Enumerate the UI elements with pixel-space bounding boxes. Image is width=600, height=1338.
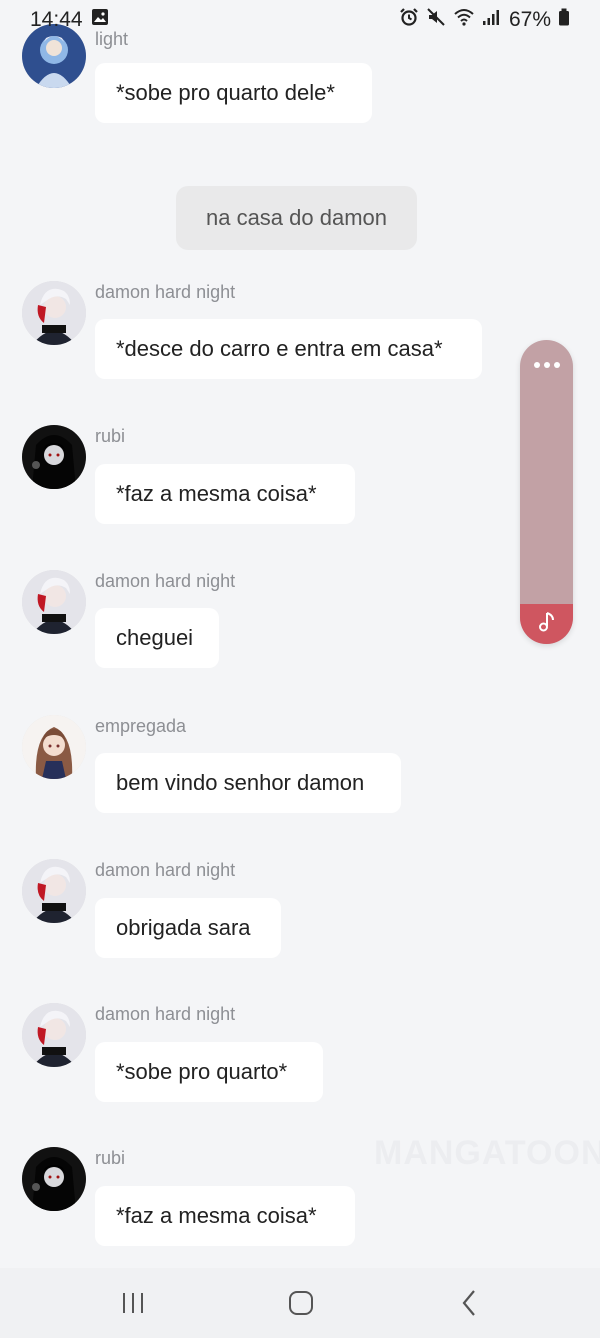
mangatoon-watermark: MANGATOON — [374, 1134, 600, 1172]
chat-list[interactable]: light *sobe pro quarto dele* na casa do … — [0, 0, 600, 1268]
damon-avatar[interactable] — [22, 570, 86, 634]
recent-apps-icon — [120, 1291, 146, 1320]
message-bubble[interactable]: *sobe pro quarto* — [95, 1042, 323, 1102]
message-sender: damon hard night — [95, 571, 236, 591]
back-button[interactable] — [454, 1289, 484, 1322]
message-bubble[interactable]: *sobe pro quarto dele* — [95, 63, 372, 123]
damon-avatar[interactable] — [22, 1003, 86, 1067]
damon-avatar[interactable] — [22, 281, 86, 345]
more-options-icon[interactable] — [520, 350, 573, 380]
music-button[interactable] — [520, 604, 573, 644]
battery-percent: 67% — [508, 8, 551, 31]
message-sender: damon hard night — [95, 1004, 236, 1024]
message-sender: empregada — [95, 716, 187, 736]
wifi-icon — [453, 7, 475, 33]
message-bubble[interactable]: *faz a mesma coisa* — [95, 464, 355, 524]
rubi-avatar[interactable] — [22, 1147, 86, 1211]
message-sender: damon hard night — [95, 282, 236, 302]
signal-icon — [482, 8, 500, 32]
home-button[interactable] — [286, 1290, 316, 1320]
message-bubble[interactable]: *faz a mesma coisa* — [95, 1186, 355, 1246]
home-icon — [288, 1290, 314, 1321]
message-sender: rubi — [95, 1148, 126, 1168]
empregada-avatar[interactable] — [22, 715, 86, 779]
mute-icon — [426, 7, 446, 33]
damon-avatar[interactable] — [22, 859, 86, 923]
message-bubble[interactable]: *desce do carro e entra em casa* — [95, 319, 482, 379]
back-icon — [459, 1289, 479, 1322]
status-time: 14:44 — [30, 8, 83, 31]
message-sender: damon hard night — [95, 860, 236, 880]
message-bubble[interactable]: obrigada sara — [95, 898, 281, 958]
recent-apps-button[interactable] — [118, 1290, 148, 1320]
message-bubble[interactable]: cheguei — [95, 608, 219, 668]
music-note-icon — [536, 610, 558, 639]
alarm-icon — [399, 7, 419, 33]
gallery-icon — [91, 8, 109, 32]
status-right: 67% — [399, 7, 570, 33]
system-nav-bar — [0, 1268, 600, 1338]
narration-bubble: na casa do damon — [176, 186, 417, 250]
status-bar: 14:44 67% — [0, 0, 600, 40]
battery-icon — [558, 8, 570, 32]
rubi-avatar[interactable] — [22, 425, 86, 489]
message-bubble[interactable]: bem vindo senhor damon — [95, 753, 401, 813]
message-sender: rubi — [95, 426, 126, 446]
floating-side-panel[interactable] — [520, 340, 573, 644]
status-left: 14:44 — [30, 8, 109, 32]
